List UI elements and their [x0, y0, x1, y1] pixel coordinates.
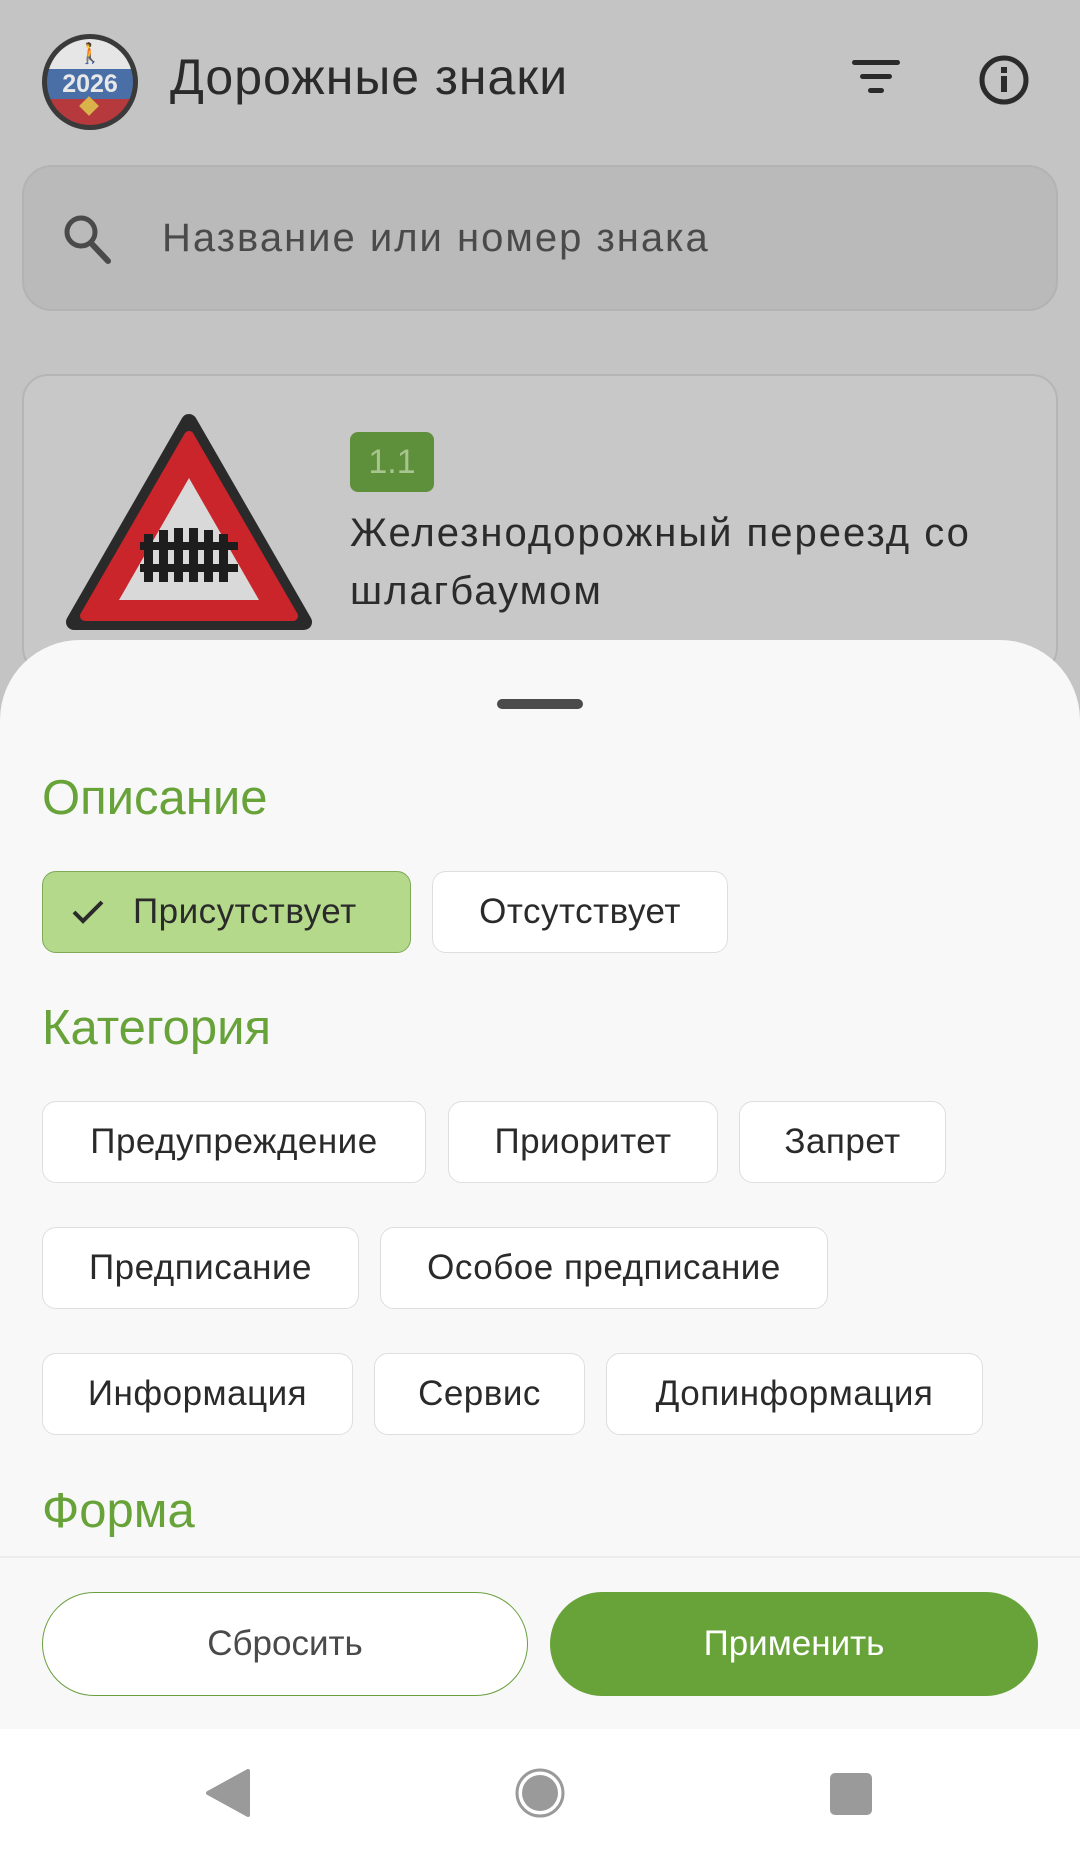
- reset-button[interactable]: Сбросить: [42, 1592, 528, 1696]
- chip-category-mandatory[interactable]: Предписание: [42, 1227, 359, 1309]
- check-icon: [72, 900, 104, 924]
- search-input[interactable]: [160, 207, 1024, 269]
- apply-button[interactable]: Применить: [550, 1592, 1038, 1696]
- search-icon: [64, 215, 111, 264]
- sign-card[interactable]: 1.1 Железнодорожный переезд со шлагбаумо…: [22, 374, 1058, 674]
- chip-category-service[interactable]: Сервис: [374, 1353, 585, 1435]
- sign-number-badge: 1.1: [350, 432, 434, 492]
- chip-label: Сервис: [418, 1374, 541, 1413]
- divider: [0, 1556, 1080, 1558]
- chip-category-information[interactable]: Информация: [42, 1353, 353, 1435]
- info-icon[interactable]: [978, 54, 1030, 106]
- app-logo-year: 2026: [62, 70, 118, 98]
- search-bar[interactable]: [22, 165, 1058, 311]
- system-navigation-bar: [0, 1729, 1080, 1853]
- chip-label: Отсутствует: [479, 892, 681, 931]
- chip-label: Присутствует: [133, 892, 357, 931]
- sign-image: [66, 414, 312, 630]
- chip-category-priority[interactable]: Приоритет: [448, 1101, 718, 1183]
- chip-category-prohibition[interactable]: Запрет: [739, 1101, 946, 1183]
- description-section-title: Описание: [42, 771, 268, 825]
- chip-label: Информация: [87, 1374, 308, 1413]
- drag-handle[interactable]: [497, 699, 583, 709]
- app-title: Дорожные знаки: [170, 49, 569, 105]
- chip-category-special-mandatory[interactable]: Особое предписание: [380, 1227, 828, 1309]
- app-logo: 🚶 2026: [42, 34, 138, 130]
- shape-section-title: Форма: [42, 1484, 195, 1538]
- sign-name: Железнодорожный переезд со шлагбаумом: [350, 511, 971, 613]
- chip-description-absent[interactable]: Отсутствует: [432, 871, 728, 953]
- chip-category-additional-info[interactable]: Допинформация: [606, 1353, 983, 1435]
- chip-label: Приоритет: [494, 1122, 672, 1161]
- top-app-bar: 🚶 2026 Дорожные знаки: [0, 0, 1080, 160]
- nav-home-icon[interactable]: [514, 1767, 566, 1819]
- chip-label: Особое предписание: [427, 1248, 781, 1287]
- chip-label: Предупреждение: [90, 1122, 378, 1161]
- chip-label: Предписание: [88, 1248, 313, 1287]
- nav-back-icon[interactable]: [204, 1769, 254, 1817]
- nav-recent-icon[interactable]: [830, 1773, 872, 1815]
- chip-label: Допинформация: [655, 1374, 934, 1413]
- category-section-title: Категория: [42, 1001, 272, 1055]
- chip-label: Запрет: [784, 1122, 901, 1161]
- filter-icon[interactable]: [852, 56, 906, 100]
- pedestrian-icon: 🚶: [77, 43, 103, 65]
- chip-description-present[interactable]: Присутствует: [42, 871, 411, 953]
- filter-bottom-sheet: Описание Присутствует Отсутствует Катего…: [0, 640, 1080, 1729]
- chip-category-warning[interactable]: Предупреждение: [42, 1101, 426, 1183]
